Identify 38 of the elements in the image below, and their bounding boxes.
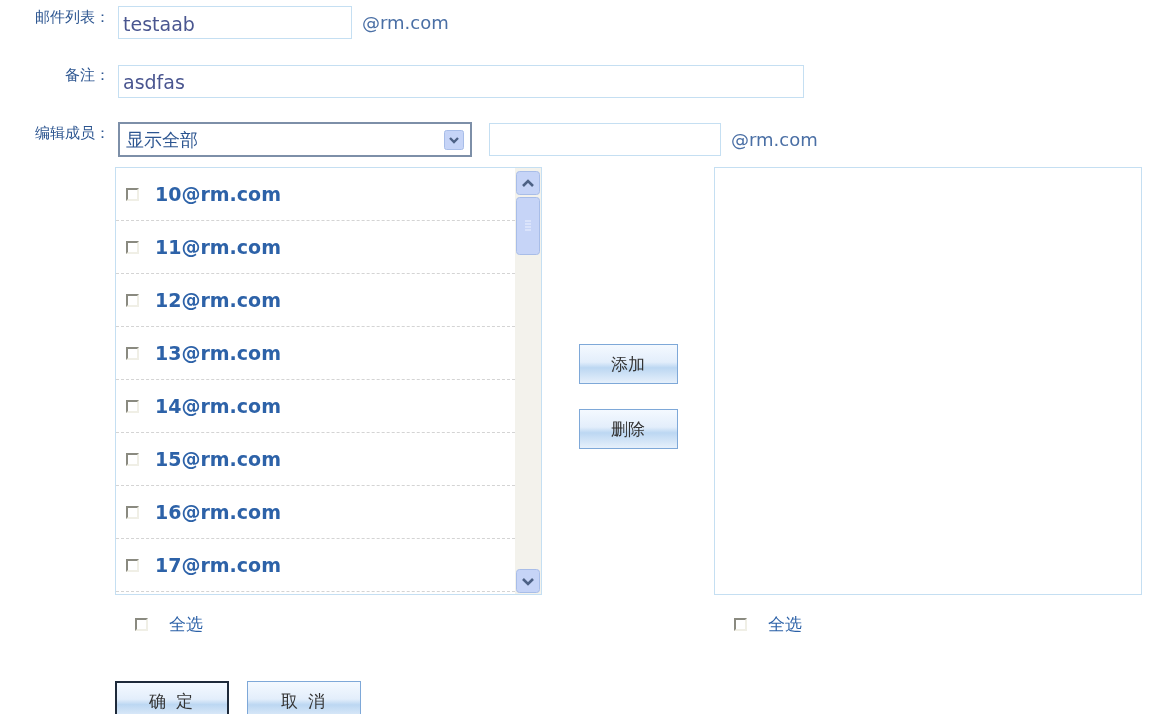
member-email[interactable]: 10@rm.com [155, 183, 281, 205]
move-button[interactable]: 添加 [578, 344, 678, 384]
select-all-label[interactable]: 全选 [768, 612, 802, 636]
checkbox[interactable] [126, 293, 139, 307]
member-email[interactable]: 15@rm.com [155, 448, 281, 470]
checkbox[interactable] [126, 399, 139, 413]
confirm-button[interactable]: 确 定 [115, 681, 229, 714]
move-button[interactable]: 删除 [578, 409, 678, 449]
checkbox[interactable] [126, 346, 139, 360]
scroll-down-icon[interactable] [516, 569, 540, 593]
scrollbar[interactable] [515, 168, 541, 594]
field-label: 编辑成员： [34, 124, 110, 143]
filter-dropdown[interactable]: 显示全部 [118, 122, 472, 157]
member-email[interactable]: 13@rm.com [155, 342, 281, 364]
checkbox[interactable] [126, 558, 139, 572]
checkbox[interactable] [734, 617, 747, 631]
member-email[interactable]: 12@rm.com [155, 289, 281, 311]
domain-suffix: @rm.com [362, 12, 449, 33]
checkbox[interactable] [126, 187, 139, 201]
checkbox[interactable] [135, 617, 148, 631]
member-email[interactable]: 17@rm.com [155, 554, 281, 576]
select-all-label[interactable]: 全选 [169, 612, 203, 636]
cancel-button[interactable]: 取 消 [247, 681, 361, 714]
chevron-down-icon [444, 129, 464, 150]
scroll-up-icon[interactable] [516, 171, 540, 195]
member-email[interactable]: 16@rm.com [155, 501, 281, 523]
mail-list-field[interactable]: testaab [118, 6, 352, 39]
member-email[interactable]: 11@rm.com [155, 236, 281, 258]
member-address-field[interactable] [489, 123, 721, 156]
scroll-thumb[interactable] [516, 197, 540, 255]
field-label: 备注： [64, 66, 110, 85]
checkbox[interactable] [126, 452, 139, 466]
note-field[interactable]: asdfas [118, 64, 804, 98]
member-email[interactable]: 14@rm.com [155, 395, 281, 417]
field-label: 邮件列表： [34, 8, 110, 27]
checkbox[interactable] [126, 240, 139, 254]
domain-suffix: @rm.com [731, 129, 818, 150]
checkbox[interactable] [126, 505, 139, 519]
